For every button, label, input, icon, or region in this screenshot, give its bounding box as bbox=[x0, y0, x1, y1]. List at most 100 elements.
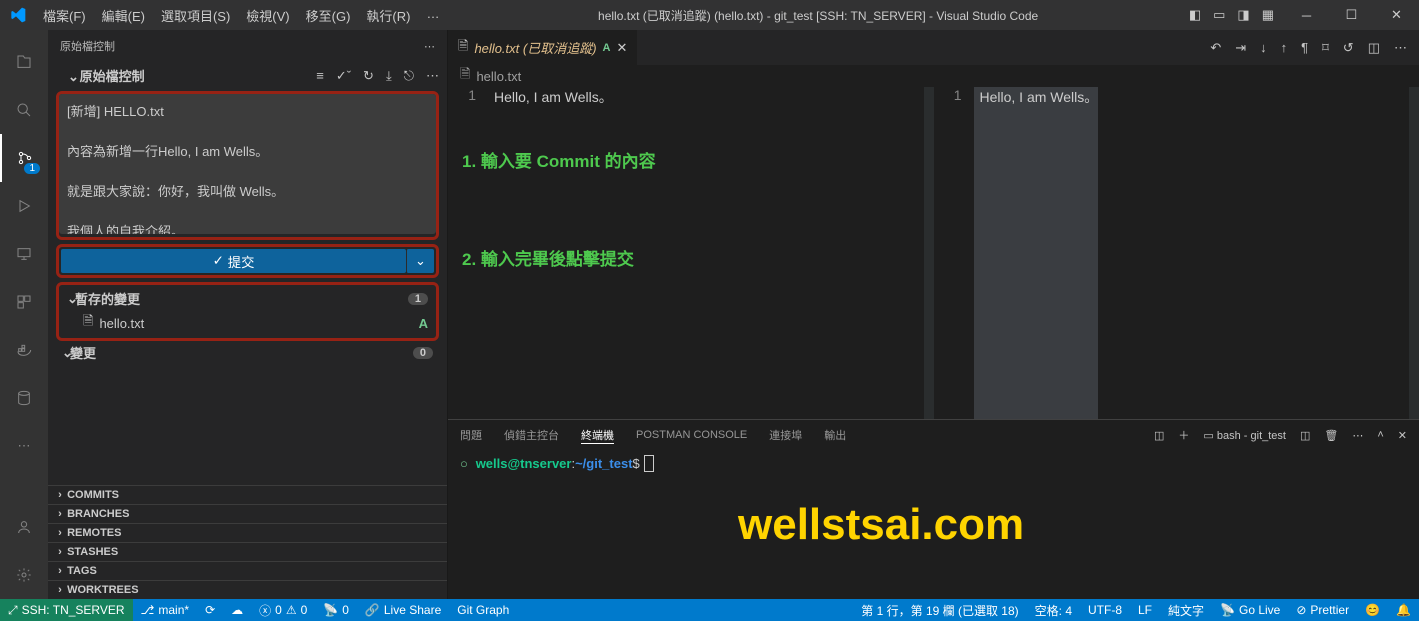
panel-tab-terminal[interactable]: 終端機 bbox=[581, 427, 614, 444]
menu-file[interactable]: 檔案(F) bbox=[35, 6, 94, 25]
menu-edit[interactable]: 編輯(E) bbox=[94, 6, 153, 25]
docker-icon[interactable] bbox=[0, 326, 48, 374]
commit-dropdown[interactable]: ⌄ bbox=[406, 249, 434, 273]
new-terminal-icon[interactable]: ＋ bbox=[1178, 427, 1189, 443]
scm-provider-label[interactable]: 原始檔控制 bbox=[80, 69, 145, 84]
bottom-panel: 問題 偵錯主控台 終端機 POSTMAN CONSOLE 連接埠 輸出 ◫ ＋ … bbox=[448, 419, 1419, 599]
toggle-whitespace-icon[interactable]: ¶ bbox=[1301, 40, 1308, 56]
annotation-1: 1. 輸入要 Commit 的內容 bbox=[462, 147, 656, 172]
database-icon[interactable] bbox=[0, 374, 48, 422]
sync-button[interactable]: ⟳ bbox=[197, 603, 223, 617]
problems-status[interactable]: ⓧ 0 ⚠ 0 bbox=[251, 602, 315, 619]
cloud-icon[interactable]: ☁ bbox=[223, 603, 251, 617]
section-branches[interactable]: › BRANCHES bbox=[48, 504, 447, 523]
breadcrumbs[interactable]: 🗎 hello.txt bbox=[448, 65, 1419, 87]
go-back-icon[interactable]: ↶ bbox=[1210, 40, 1221, 56]
customize-layout-icon[interactable]: ▦ bbox=[1262, 7, 1274, 23]
staged-file-row[interactable]: 🗎 hello.txt A bbox=[59, 310, 436, 336]
cursor-position[interactable]: 第 1 行，第 19 欄 (已選取 18) bbox=[853, 602, 1026, 619]
section-stashes[interactable]: › STASHES bbox=[48, 542, 447, 561]
close-window-button[interactable]: ✕ bbox=[1374, 0, 1419, 30]
source-control-icon[interactable]: 1 bbox=[0, 134, 48, 182]
terminal-name[interactable]: ▭ bash - git_test bbox=[1203, 429, 1286, 442]
settings-gear-icon[interactable] bbox=[0, 551, 48, 599]
window-title: hello.txt (已取消追蹤) (hello.txt) - git_test… bbox=[447, 7, 1188, 24]
language-mode[interactable]: 純文字 bbox=[1160, 602, 1212, 619]
changes-count-badge: 0 bbox=[413, 347, 433, 359]
ports-status[interactable]: 📡 0 bbox=[315, 603, 357, 617]
scrollbar[interactable] bbox=[1409, 87, 1419, 419]
tab-name: hello.txt (已取消追蹤) bbox=[474, 38, 596, 57]
toggle-panel-right-icon[interactable]: ◨ bbox=[1237, 7, 1249, 23]
menu-go[interactable]: 移至(G) bbox=[298, 6, 359, 25]
search-icon[interactable] bbox=[0, 86, 48, 134]
explorer-icon[interactable] bbox=[0, 38, 48, 86]
kill-terminal-icon[interactable]: 🗑 bbox=[1324, 429, 1338, 442]
notifications-icon[interactable]: 🔔 bbox=[1388, 603, 1419, 617]
feedback-icon[interactable]: 😊 bbox=[1357, 603, 1388, 617]
eol[interactable]: LF bbox=[1130, 603, 1160, 617]
code-content-right[interactable]: Hello, I am Wells。 bbox=[974, 87, 1099, 419]
prettier-status[interactable]: ⊘ Prettier bbox=[1288, 603, 1357, 617]
menu-run[interactable]: 執行(R) bbox=[358, 6, 418, 25]
commit-message-input[interactable] bbox=[59, 94, 436, 234]
split-editor-icon[interactable]: ◫ bbox=[1368, 40, 1380, 56]
minimize-button[interactable]: ─ bbox=[1284, 0, 1329, 30]
tab-status: A bbox=[603, 42, 611, 54]
remote-icon: ⤢ bbox=[8, 603, 18, 618]
changes-header[interactable]: 變更 bbox=[70, 343, 96, 362]
prev-change-icon[interactable]: ↑ bbox=[1281, 40, 1288, 56]
close-panel-icon[interactable]: ✕ bbox=[1398, 429, 1407, 442]
open-file-icon[interactable]: ⌑ bbox=[1322, 40, 1329, 56]
revert-icon[interactable]: ↺ bbox=[1343, 40, 1354, 56]
section-remotes[interactable]: › REMOTES bbox=[48, 523, 447, 542]
panel-tab-problems[interactable]: 問題 bbox=[460, 427, 482, 443]
menu-selection[interactable]: 選取項目(S) bbox=[153, 6, 238, 25]
file-icon: 🗎 bbox=[83, 312, 93, 334]
editor-more-icon[interactable]: ⋯ bbox=[1394, 40, 1407, 56]
sidebar-more-icon[interactable]: ⋯ bbox=[424, 40, 435, 53]
commit-action-icon[interactable]: ✓ˇ bbox=[336, 68, 351, 84]
open-changes-icon[interactable]: ⇥ bbox=[1235, 40, 1246, 56]
next-change-icon[interactable]: ↓ bbox=[1260, 40, 1267, 56]
section-commits[interactable]: › COMMITS bbox=[48, 485, 447, 504]
remote-explorer-icon[interactable] bbox=[0, 230, 48, 278]
more-views-icon[interactable]: ⋯ bbox=[0, 422, 48, 470]
scm-more-icon[interactable]: ⋯ bbox=[426, 68, 439, 84]
commit-button[interactable]: ✓ 提交 bbox=[61, 249, 406, 273]
remote-indicator[interactable]: ⤢ SSH: TN_SERVER bbox=[0, 599, 133, 621]
section-worktrees[interactable]: › WORKTREES bbox=[48, 580, 447, 599]
account-icon[interactable] bbox=[0, 503, 48, 551]
graph-icon[interactable]: ⎋ bbox=[404, 68, 414, 84]
refresh-icon[interactable]: ↻ bbox=[363, 68, 374, 84]
panel-tab-ports[interactable]: 連接埠 bbox=[769, 427, 802, 443]
editor-tab[interactable]: 🗎 hello.txt (已取消追蹤) A ✕ bbox=[448, 30, 638, 65]
encoding[interactable]: UTF-8 bbox=[1080, 603, 1130, 617]
section-tags[interactable]: › TAGS bbox=[48, 561, 447, 580]
git-branch[interactable]: ⎇main* bbox=[133, 603, 198, 617]
split-terminal-icon[interactable]: ◫ bbox=[1154, 429, 1164, 442]
close-tab-icon[interactable]: ✕ bbox=[616, 40, 627, 56]
menu-more[interactable]: … bbox=[418, 6, 447, 25]
maximize-panel-icon[interactable]: ˄ bbox=[1377, 429, 1383, 441]
split-pane-icon[interactable]: ◫ bbox=[1300, 429, 1310, 442]
panel-tab-postman[interactable]: POSTMAN CONSOLE bbox=[636, 429, 747, 441]
toggle-panel-bottom-icon[interactable]: ▭ bbox=[1213, 7, 1225, 23]
run-debug-icon[interactable] bbox=[0, 182, 48, 230]
view-as-tree-icon[interactable]: ≡ bbox=[316, 68, 324, 84]
panel-tab-debug[interactable]: 偵錯主控台 bbox=[504, 427, 559, 443]
pull-icon[interactable]: ⤓ bbox=[386, 68, 392, 84]
go-live[interactable]: 📡 Go Live bbox=[1212, 603, 1288, 617]
live-share[interactable]: 🔗 Live Share bbox=[357, 603, 449, 617]
indentation[interactable]: 空格: 4 bbox=[1027, 602, 1080, 619]
toggle-panel-left-icon[interactable]: ◧ bbox=[1189, 7, 1201, 23]
panel-tab-output[interactable]: 輸出 bbox=[824, 427, 846, 443]
file-icon: 🗎 bbox=[458, 37, 468, 59]
git-graph-status[interactable]: Git Graph bbox=[449, 603, 517, 617]
maximize-button[interactable]: ☐ bbox=[1329, 0, 1374, 30]
staged-changes-header[interactable]: 暫存的變更 bbox=[75, 289, 140, 308]
menu-view[interactable]: 檢視(V) bbox=[238, 6, 297, 25]
panel-more-icon[interactable]: ⋯ bbox=[1352, 429, 1363, 442]
scrollbar[interactable] bbox=[924, 87, 934, 419]
extensions-icon[interactable] bbox=[0, 278, 48, 326]
